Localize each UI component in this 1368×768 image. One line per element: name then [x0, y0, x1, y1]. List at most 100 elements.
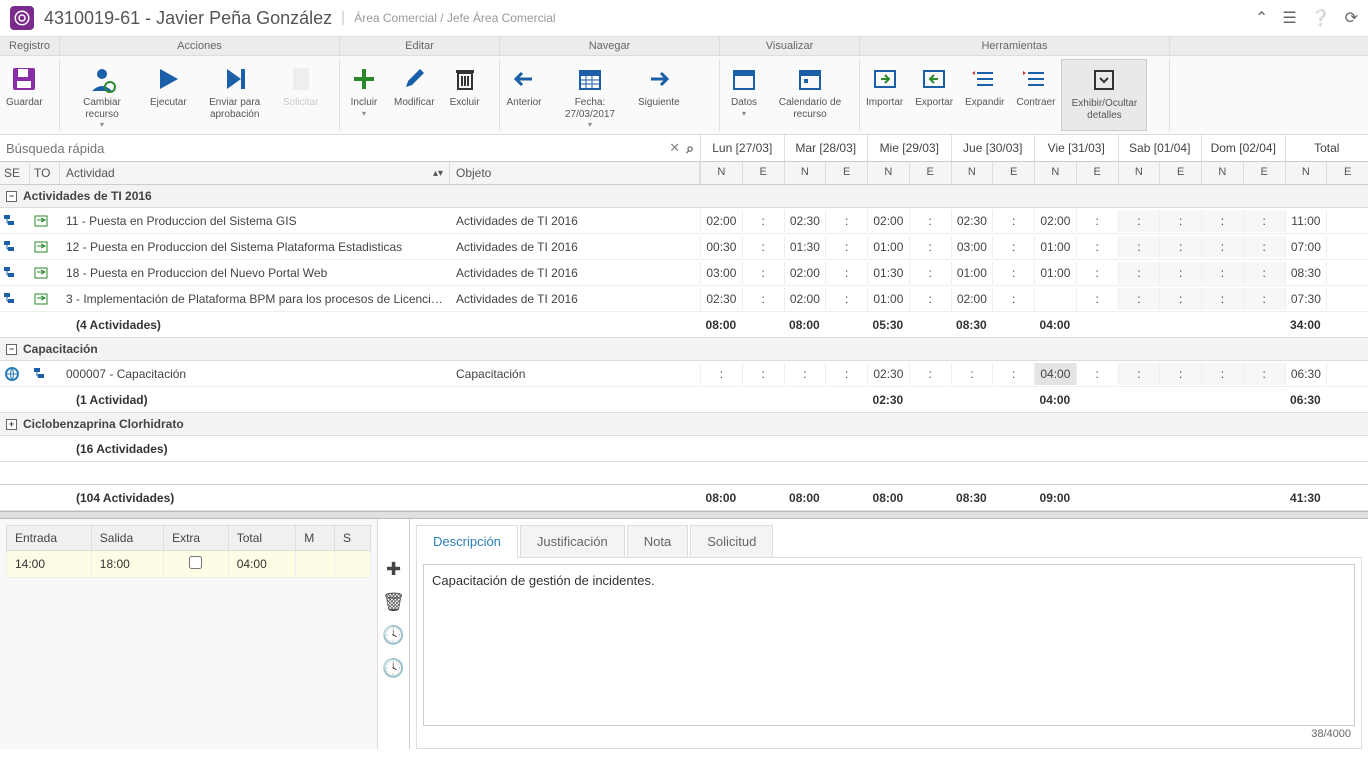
time-cell[interactable]: :: [1159, 363, 1201, 385]
entrada-cell[interactable]: 14:00: [7, 551, 92, 578]
time-cell[interactable]: 02:30: [951, 210, 993, 232]
time-cell[interactable]: :: [1201, 363, 1243, 385]
time-cell[interactable]: :: [1159, 262, 1201, 284]
time-cell[interactable]: :: [1201, 210, 1243, 232]
time-cell[interactable]: 02:00: [867, 210, 909, 232]
delete-row-icon[interactable]: 🗑: [382, 592, 405, 613]
next-button[interactable]: Siguiente: [632, 59, 686, 131]
clock-sync-icon[interactable]: 🕓: [382, 658, 404, 679]
time-cell[interactable]: [1326, 363, 1368, 385]
m-cell[interactable]: [296, 551, 335, 578]
time-cell[interactable]: [1326, 262, 1368, 284]
time-cell[interactable]: :: [992, 363, 1034, 385]
time-cell[interactable]: :: [1076, 363, 1118, 385]
help-icon[interactable]: ❔: [1311, 8, 1331, 28]
activity-row[interactable]: 12 - Puesta en Produccion del Sistema Pl…: [0, 234, 1368, 260]
time-cell[interactable]: :: [909, 236, 951, 258]
time-col-header[interactable]: S: [335, 526, 371, 551]
extra-checkbox[interactable]: [189, 556, 202, 569]
minus-icon[interactable]: −: [6, 191, 17, 202]
previous-button[interactable]: Anterior: [500, 59, 548, 131]
time-cell[interactable]: :: [742, 262, 784, 284]
time-cell[interactable]: 07:30: [1285, 288, 1327, 310]
time-cell[interactable]: :: [909, 262, 951, 284]
time-cell[interactable]: [1034, 288, 1076, 310]
time-cell[interactable]: 01:00: [867, 288, 909, 310]
time-cell[interactable]: 06:30: [1285, 363, 1327, 385]
time-cell[interactable]: 03:00: [700, 262, 742, 284]
time-cell[interactable]: :: [1159, 210, 1201, 232]
time-cell[interactable]: :: [742, 363, 784, 385]
time-cell[interactable]: :: [909, 363, 951, 385]
time-cell[interactable]: :: [742, 288, 784, 310]
time-cell[interactable]: :: [784, 363, 826, 385]
resource-calendar-button[interactable]: Calendario de recurso: [768, 59, 852, 131]
time-cell[interactable]: 01:30: [867, 262, 909, 284]
group-row[interactable]: −Actividades de TI 2016: [0, 185, 1368, 208]
time-cell[interactable]: :: [1076, 262, 1118, 284]
day-header[interactable]: Lun [27/03]: [700, 135, 784, 161]
time-cell[interactable]: :: [1243, 210, 1285, 232]
time-cell[interactable]: 01:30: [784, 236, 826, 258]
time-cell[interactable]: 04:00: [1034, 363, 1076, 385]
time-cell[interactable]: :: [825, 236, 867, 258]
time-cell[interactable]: :: [992, 236, 1034, 258]
time-cell[interactable]: :: [1159, 288, 1201, 310]
group-row[interactable]: +Ciclobenzaprina Clorhidrato: [0, 413, 1368, 436]
time-cell[interactable]: :: [1201, 236, 1243, 258]
refresh-icon[interactable]: ⟳: [1345, 8, 1358, 28]
salida-cell[interactable]: 18:00: [91, 551, 163, 578]
day-header[interactable]: Mar [28/03]: [784, 135, 868, 161]
send-approval-button[interactable]: Enviar para aprobación: [193, 59, 277, 131]
group-row[interactable]: −Capacitación: [0, 338, 1368, 361]
time-cell[interactable]: 02:00: [700, 210, 742, 232]
time-cell[interactable]: 11:00: [1285, 210, 1327, 232]
time-cell[interactable]: 01:00: [1034, 262, 1076, 284]
time-col-header[interactable]: Extra: [164, 526, 229, 551]
time-cell[interactable]: :: [825, 262, 867, 284]
detail-tab[interactable]: Justificación: [520, 525, 625, 558]
time-cell[interactable]: :: [1118, 210, 1160, 232]
col-se[interactable]: SE: [0, 162, 30, 184]
time-col-header[interactable]: Entrada: [7, 526, 92, 551]
data-button[interactable]: Datos▾: [720, 59, 768, 131]
time-cell[interactable]: 07:00: [1285, 236, 1327, 258]
include-button[interactable]: Incluir▾: [340, 59, 388, 131]
time-cell[interactable]: :: [1159, 236, 1201, 258]
day-header[interactable]: Jue [30/03]: [951, 135, 1035, 161]
time-cell[interactable]: :: [909, 210, 951, 232]
time-col-header[interactable]: Total: [228, 526, 296, 551]
search-input[interactable]: [6, 141, 669, 156]
time-cell[interactable]: :: [1076, 210, 1118, 232]
collapse-button[interactable]: Contraer: [1011, 59, 1062, 131]
time-cell[interactable]: :: [1243, 262, 1285, 284]
day-header[interactable]: Dom [02/04]: [1201, 135, 1285, 161]
import-button[interactable]: Importar: [860, 59, 909, 131]
day-header[interactable]: Sab [01/04]: [1118, 135, 1202, 161]
time-cell[interactable]: 01:00: [867, 236, 909, 258]
day-header[interactable]: Vie [31/03]: [1034, 135, 1118, 161]
time-cell[interactable]: 02:00: [784, 262, 826, 284]
modify-button[interactable]: Modificar: [388, 59, 441, 131]
time-cell[interactable]: [1326, 236, 1368, 258]
time-cell[interactable]: :: [1076, 236, 1118, 258]
activity-row[interactable]: 11 - Puesta en Produccion del Sistema GI…: [0, 208, 1368, 234]
time-cell[interactable]: 02:30: [700, 288, 742, 310]
clear-search-icon[interactable]: ✕: [669, 140, 680, 156]
time-cell[interactable]: :: [992, 262, 1034, 284]
time-cell[interactable]: :: [992, 288, 1034, 310]
detail-tab[interactable]: Nota: [627, 525, 688, 558]
time-row[interactable]: 14:00 18:00 04:00: [7, 551, 371, 578]
col-actividad[interactable]: Actividad▴▾: [60, 162, 450, 184]
add-row-icon[interactable]: ✚: [386, 559, 401, 580]
date-button[interactable]: Fecha: 27/03/2017▾: [548, 59, 632, 131]
col-to[interactable]: TO: [30, 162, 60, 184]
clock-plus-icon[interactable]: 🕓: [382, 625, 404, 646]
time-cell[interactable]: :: [742, 236, 784, 258]
time-cell[interactable]: 02:00: [1034, 210, 1076, 232]
time-cell[interactable]: :: [825, 210, 867, 232]
time-cell[interactable]: 01:00: [1034, 236, 1076, 258]
time-col-header[interactable]: M: [296, 526, 335, 551]
time-cell[interactable]: :: [1118, 288, 1160, 310]
time-cell[interactable]: :: [951, 363, 993, 385]
